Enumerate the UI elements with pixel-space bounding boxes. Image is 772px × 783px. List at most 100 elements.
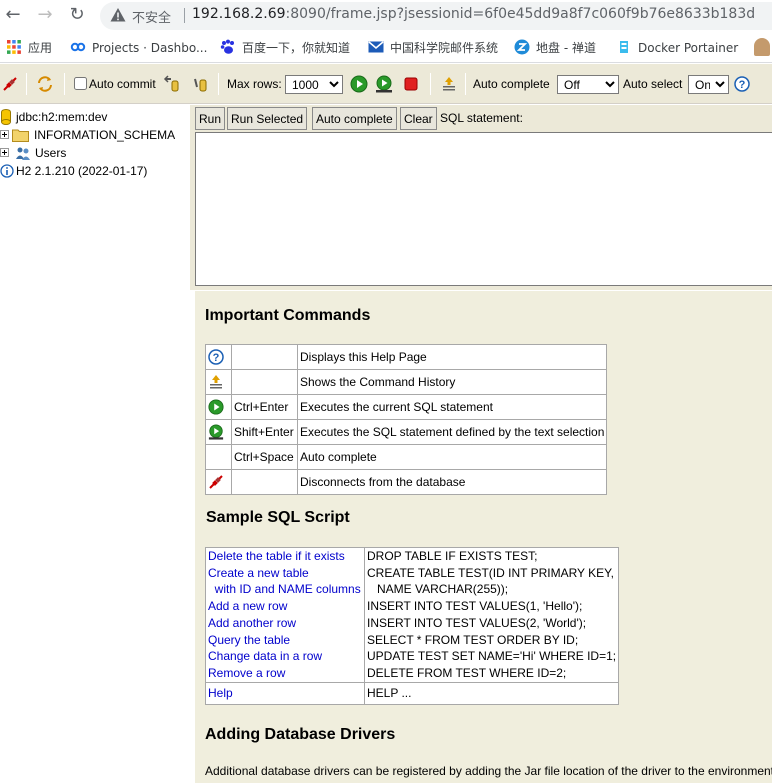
bookmark-baidu[interactable]: 百度一下，你就知道 — [220, 39, 350, 56]
portainer-icon — [620, 41, 628, 53]
back-icon[interactable]: ← — [2, 4, 24, 26]
warning-triangle-icon[interactable] — [110, 7, 126, 23]
sample-link[interactable]: Create a new table — [208, 565, 362, 582]
sample-sql-title: Sample SQL Script — [206, 509, 350, 526]
disconnect-icon — [209, 475, 223, 489]
object-tree: jdbc:h2:mem:dev INFORMATION_SCHEMA Users… — [0, 105, 190, 783]
gitlab-icon — [70, 42, 86, 52]
auto-complete-button[interactable]: Auto complete — [312, 107, 397, 130]
run-selected-icon — [208, 424, 224, 440]
history-icon — [210, 375, 222, 389]
bookmark-zentao[interactable]: 地盘 - 禅道 — [514, 39, 596, 56]
forward-icon[interactable]: → — [34, 4, 56, 26]
users-label: Users — [35, 146, 67, 160]
run-icon[interactable] — [350, 75, 368, 93]
sample-sql-cell: DROP TABLE IF EXISTS TEST; CREATE TABLE T… — [363, 547, 620, 683]
bookmark-apps[interactable]: 应用 — [6, 39, 52, 56]
auto-complete-label: Auto complete — [473, 77, 550, 91]
disconnect-icon[interactable] — [2, 75, 18, 93]
important-commands-title: Important Commands — [205, 307, 371, 324]
toolbar-separator — [465, 73, 466, 95]
sql-statement-label: SQL statement: — [440, 111, 523, 125]
sample-link[interactable]: Add a new row — [208, 598, 362, 615]
sample-sql-line: SELECT * FROM TEST ORDER BY ID; — [367, 632, 579, 647]
table-row: Ctrl+Enter Executes the current SQL stat… — [205, 394, 608, 420]
sample-sql-line: DELETE FROM TEST WHERE ID=2; — [367, 665, 567, 680]
browser-address-bar: ← → ↻ 不安全 192.168.2.69:8090/frame.jsp?js… — [0, 0, 772, 31]
command-desc: Executes the SQL statement defined by th… — [296, 419, 608, 445]
expand-plus-icon[interactable] — [0, 148, 9, 157]
sample-link[interactable]: Remove a row — [208, 665, 362, 682]
bookmark-label: Docker Portainer — [638, 41, 739, 55]
max-rows-select[interactable]: 1000 — [285, 75, 343, 94]
bookmark-portainer[interactable]: Docker Portainer — [616, 39, 738, 55]
database-icon — [1, 109, 11, 125]
reload-icon[interactable]: ↻ — [66, 4, 88, 26]
commit-icon[interactable] — [192, 75, 210, 93]
help-icon[interactable]: ? — [734, 75, 750, 93]
rollback-icon[interactable] — [163, 75, 181, 93]
run-selected-icon[interactable] — [375, 75, 393, 93]
sample-sql-line: INSERT INTO TEST VALUES(2, 'World'); — [367, 615, 587, 630]
auto-select-select[interactable]: On — [688, 75, 729, 94]
bookmark-label: 中国科学院邮件系统 — [390, 41, 499, 55]
url-text[interactable]: 192.168.2.69:8090/frame.jsp?jsessionid=6… — [192, 6, 755, 22]
sample-sql-line: CREATE TABLE TEST(ID INT PRIMARY KEY, — [367, 565, 614, 580]
command-key — [231, 344, 298, 370]
refresh-icon[interactable] — [36, 75, 54, 93]
sample-sql-table: Delete the table if it exists Create a ne… — [205, 547, 620, 705]
schema-label: INFORMATION_SCHEMA — [34, 128, 176, 142]
max-rows-label: Max rows: — [227, 77, 282, 91]
insecure-label[interactable]: 不安全 — [132, 7, 171, 26]
url-path: :8090/frame.jsp?jsessionid=6f0e45dd9a8f7… — [285, 6, 756, 22]
toolbar-separator — [430, 73, 431, 95]
command-icon-cell — [205, 444, 232, 470]
sample-link[interactable]: Query the table — [208, 632, 362, 649]
drivers-title: Adding Database Drivers — [205, 726, 396, 743]
stop-icon[interactable] — [403, 75, 419, 93]
help-panel: Important Commands ? Displays this Help … — [195, 291, 772, 783]
command-desc: Disconnects from the database — [296, 469, 608, 495]
toolbar-separator — [26, 73, 27, 95]
avatar[interactable] — [754, 38, 770, 56]
help-sql-cell: HELP ... — [363, 681, 620, 705]
sample-link[interactable]: Change data in a row — [208, 648, 362, 665]
sample-link[interactable]: Delete the table if it exists — [208, 548, 362, 565]
run-selected-button[interactable]: Run Selected — [227, 107, 308, 130]
command-desc: Displays this Help Page — [296, 344, 608, 370]
bookmarks-bar: 应用 Projects · Dashbo... 百度一下，你就知道 中国科学院邮… — [0, 31, 772, 63]
bookmark-label: 百度一下，你就知道 — [242, 41, 351, 55]
clear-button[interactable]: Clear — [400, 107, 437, 130]
table-row: Shift+Enter Executes the SQL statement d… — [205, 419, 608, 445]
help-icon-glyph: ? — [213, 352, 220, 364]
command-desc: Executes the current SQL statement — [296, 394, 608, 420]
table-row: Disconnects from the database — [205, 469, 608, 495]
sample-sql-line: NAME VARCHAR(255)); — [367, 582, 509, 597]
folder-icon — [12, 129, 29, 142]
bookmark-projects[interactable]: Projects · Dashbo... — [70, 39, 207, 55]
run-button[interactable]: Run — [195, 107, 226, 130]
sample-sql-line: UPDATE TEST SET NAME='Hi' WHERE ID=1; — [367, 649, 617, 664]
baidu-paw-icon — [220, 39, 234, 54]
history-icon[interactable] — [441, 75, 457, 93]
auto-select-label: Auto select — [623, 77, 683, 91]
expand-plus-icon[interactable] — [0, 130, 9, 139]
help-link[interactable]: Help — [208, 686, 233, 700]
version-label: H2 2.1.210 (2022-01-17) — [16, 164, 148, 178]
auto-commit-checkbox[interactable] — [74, 77, 87, 90]
users-icon — [16, 147, 30, 160]
url-separator — [184, 8, 185, 23]
bookmark-label: 地盘 - 禅道 — [536, 41, 596, 55]
toolbar-separator — [64, 73, 65, 95]
command-key — [231, 469, 298, 495]
command-icon-cell — [205, 369, 232, 395]
auto-complete-select[interactable]: Off — [557, 75, 619, 94]
command-key: Ctrl+Space — [231, 444, 298, 470]
bookmark-cas-mail[interactable]: 中国科学院邮件系统 — [368, 39, 498, 56]
sample-link[interactable]: with ID and NAME columns — [208, 581, 362, 598]
help-link-cell: Help — [205, 681, 365, 705]
url-field[interactable]: 不安全 192.168.2.69:8090/frame.jsp?jsession… — [100, 2, 772, 30]
command-desc: Shows the Command History — [296, 369, 608, 395]
sample-link[interactable]: Add another row — [208, 615, 362, 632]
sql-input[interactable] — [195, 132, 772, 286]
